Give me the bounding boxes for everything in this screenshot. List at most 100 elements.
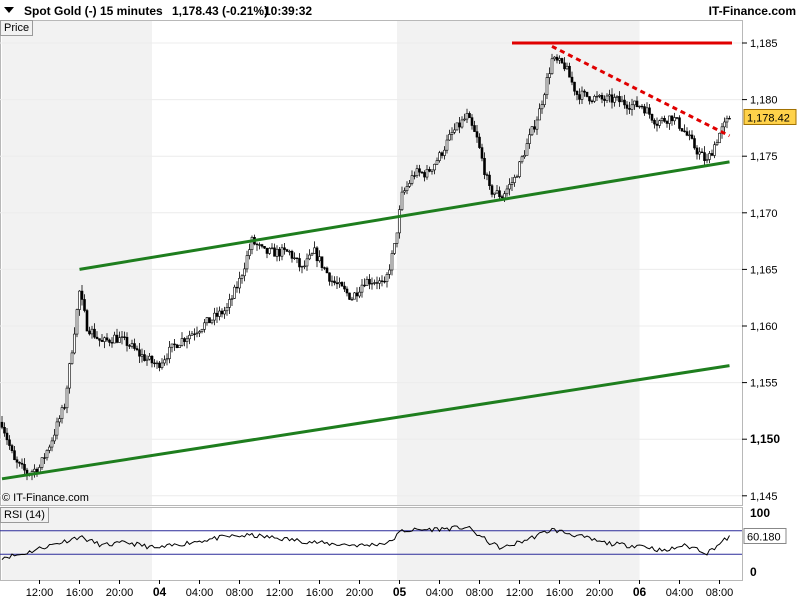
candle-body — [148, 355, 151, 360]
candle-body — [98, 338, 101, 341]
candle-body — [290, 250, 294, 259]
candle-body — [68, 363, 71, 389]
time-tick-label: 08:00 — [706, 587, 734, 599]
candle-body — [630, 104, 634, 110]
price-tick-label: 1,150 — [750, 432, 780, 446]
candle-body — [313, 247, 316, 254]
price-chart[interactable]: 1,185 1,180 1,175 1,170 1,165 1,160 1,155 1,150… — [0, 0, 800, 600]
candle-body — [88, 330, 91, 335]
candle-body — [585, 91, 589, 97]
candle-body — [425, 169, 429, 178]
candle-body — [448, 134, 451, 141]
candle-body — [610, 94, 614, 103]
candle-body — [713, 144, 716, 156]
candle-body — [345, 288, 349, 294]
candle-body — [325, 267, 329, 274]
candle-body — [665, 121, 669, 124]
candle-body — [438, 152, 441, 161]
candle-body — [15, 459, 19, 463]
candle-body — [160, 362, 164, 368]
time-tick-label: 12:00 — [26, 587, 54, 599]
rsi-panel-label: RSI (14) — [0, 507, 49, 523]
candle-body — [368, 278, 371, 285]
candle-body — [113, 334, 116, 344]
candle-body — [410, 175, 414, 184]
time-tick-label: 06 — [633, 585, 647, 599]
candle-body — [105, 337, 109, 341]
candle-body — [620, 99, 624, 103]
candle-body — [220, 310, 224, 315]
candle-body — [218, 310, 221, 317]
price-tick-label: 1,155 — [750, 378, 778, 390]
candle-body — [440, 152, 444, 156]
candle-body — [20, 462, 24, 465]
candle-body — [235, 286, 239, 289]
candle-body — [595, 95, 599, 98]
candle-body — [130, 343, 134, 347]
candle-body — [435, 160, 439, 165]
time-tick-label: 05 — [393, 585, 407, 599]
candle-body — [215, 312, 219, 317]
candle-body — [268, 248, 271, 254]
candle-body — [178, 344, 181, 348]
candle-body — [255, 243, 259, 246]
candle-body — [153, 362, 156, 365]
candle-body — [370, 282, 374, 285]
dropdown-arrow-icon[interactable] — [3, 5, 17, 15]
candle-body — [75, 309, 79, 335]
candle-body — [408, 183, 411, 187]
candle-body — [223, 310, 226, 315]
candle-body — [613, 97, 616, 103]
candle-body — [418, 168, 421, 173]
candle-body — [493, 192, 496, 195]
candle-body — [420, 171, 424, 174]
candle-body — [475, 131, 479, 138]
price-tick-label: 1,180 — [750, 95, 778, 107]
candle-body — [265, 247, 269, 254]
candle-body — [335, 282, 339, 285]
quote-label: 1,178.43 (-0.21%) — [172, 4, 269, 18]
candle-body — [13, 450, 16, 461]
candle-body — [643, 106, 646, 114]
candle-body — [628, 108, 631, 110]
candle-body — [280, 247, 284, 257]
candle-body — [560, 58, 564, 64]
candle-body — [695, 147, 699, 155]
candle-body — [260, 244, 264, 247]
candle-body — [273, 247, 276, 257]
candle-body — [180, 338, 184, 346]
candle-body — [110, 342, 114, 344]
candle-body — [183, 338, 186, 342]
candle-body — [103, 337, 106, 342]
candle-body — [65, 387, 69, 409]
candle-body — [510, 182, 514, 185]
candle-body — [203, 322, 206, 330]
candle-body — [593, 96, 596, 102]
candle-body — [365, 278, 369, 286]
candle-body — [175, 344, 179, 348]
candle-body — [118, 337, 121, 343]
time-tick-label: 12:00 — [506, 587, 534, 599]
candle-body — [165, 358, 169, 361]
candle-body — [328, 272, 331, 282]
candle-body — [693, 138, 696, 149]
time-tick-label: 08:00 — [226, 587, 254, 599]
candle-body — [333, 280, 336, 284]
candle-body — [498, 190, 501, 197]
candle-body — [548, 73, 551, 78]
price-tick-label: 1,170 — [750, 208, 778, 220]
candle-body — [298, 258, 301, 268]
candle-body — [338, 282, 341, 285]
candle-body — [590, 100, 594, 103]
candle-body — [140, 354, 144, 357]
candle-body — [8, 439, 11, 446]
candle-body — [563, 62, 566, 70]
candle-body — [658, 120, 661, 126]
candle-body — [200, 329, 204, 332]
rsi-session-shade — [397, 507, 640, 580]
candle-body — [708, 153, 711, 160]
candle-body — [433, 163, 436, 171]
candle-body — [428, 169, 431, 172]
candle-body — [495, 190, 499, 194]
rsi-tick-label: 0 — [750, 565, 757, 579]
